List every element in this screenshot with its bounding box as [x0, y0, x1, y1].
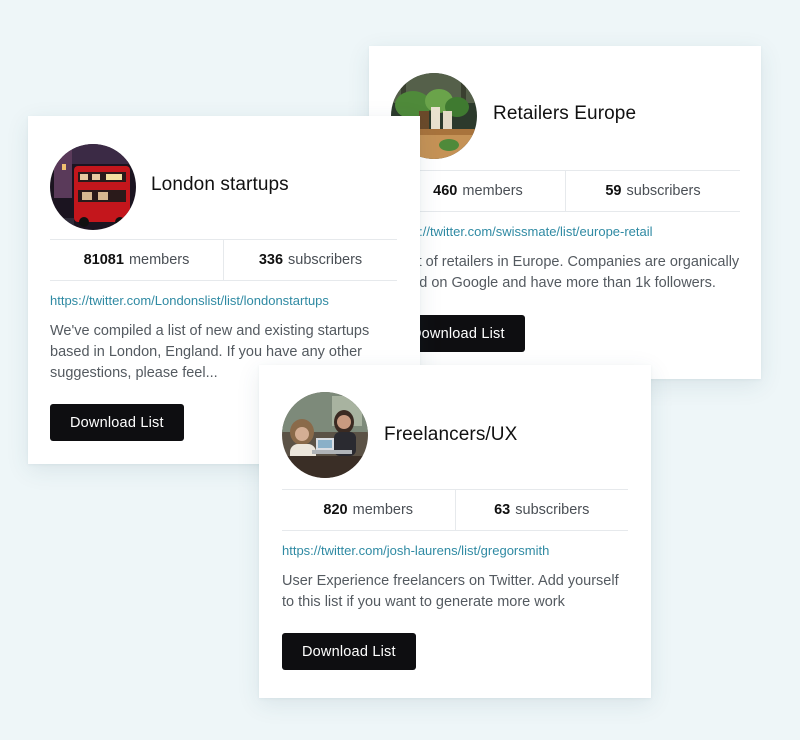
members-count: 460 [433, 183, 458, 199]
download-list-button[interactable]: Download List [50, 404, 184, 441]
list-card-freelancers-ux: Freelancers/UX 820 members 63 subscriber… [259, 365, 651, 698]
stats-row: 820 members 63 subscribers [282, 489, 628, 531]
list-title: London startups [151, 174, 289, 195]
subscribers-stat: 63 subscribers [454, 490, 629, 530]
subscribers-stat: 336 subscribers [223, 240, 397, 280]
freelancers-laptop-icon [282, 392, 368, 478]
members-label: members [352, 502, 414, 518]
members-count: 820 [323, 502, 348, 518]
subscribers-count: 63 [494, 502, 511, 518]
stats-row: 81081 members 336 subscribers [50, 239, 397, 281]
members-label: members [462, 183, 523, 199]
list-title: Freelancers/UX [384, 424, 518, 445]
list-description: A list of retailers in Europe. Companies… [391, 254, 740, 291]
subscribers-label: subscribers [626, 183, 701, 199]
members-stat: 820 members [282, 490, 455, 530]
avatar [50, 144, 136, 230]
subscribers-count: 336 [258, 252, 284, 268]
list-url-link[interactable]: https://twitter.com/josh-laurens/list/gr… [282, 543, 549, 558]
subscribers-count: 59 [605, 183, 622, 199]
list-title: Retailers Europe [493, 103, 637, 124]
list-description: User Experience freelancers on Twitter. … [282, 573, 619, 610]
subscribers-label: subscribers [515, 502, 590, 518]
members-label: members [128, 252, 190, 268]
download-list-button[interactable]: Download List [282, 633, 416, 670]
stats-row: 460 members 59 subscribers [391, 170, 740, 212]
members-stat: 81081 members [50, 240, 223, 280]
list-url-link[interactable]: https://twitter.com/swissmate/list/europ… [391, 224, 653, 239]
members-count: 81081 [83, 252, 124, 268]
list-card-retailers-europe: Retailers Europe 460 members 59 subscrib… [369, 46, 761, 379]
avatar [282, 392, 368, 478]
list-url-link[interactable]: https://twitter.com/Londonslist/list/lon… [50, 293, 329, 308]
red-bus-icon [50, 144, 136, 230]
subscribers-label: subscribers [288, 252, 363, 268]
subscribers-stat: 59 subscribers [565, 171, 740, 211]
